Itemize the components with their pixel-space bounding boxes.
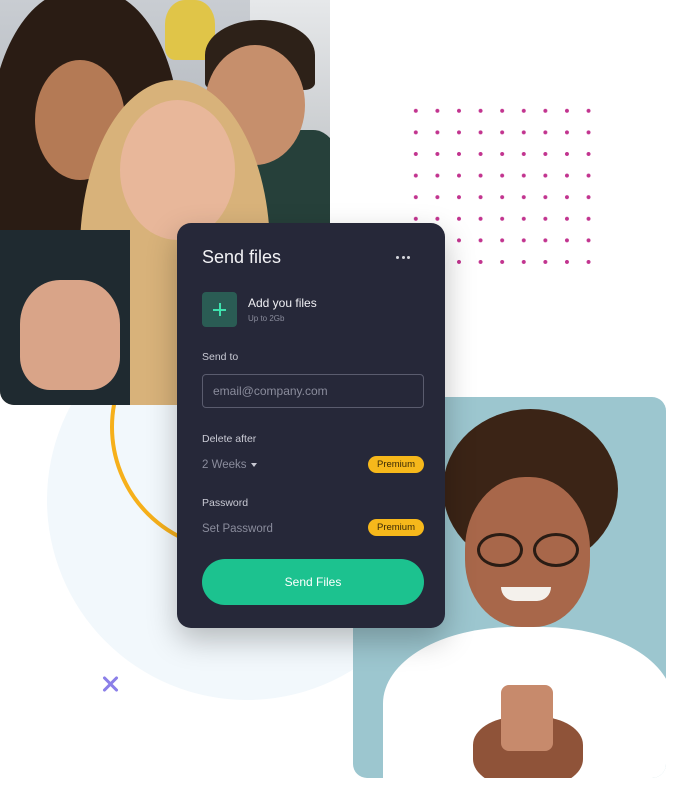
photo-peace-hand [20,280,120,390]
add-files-plus-icon[interactable] [202,292,237,327]
delete-after-select[interactable]: 2 Weeks [202,459,247,471]
send-files-button[interactable]: Send Files [202,559,424,605]
add-files-limit: Up to 2Gb [248,314,285,323]
card-title: Send files [202,247,282,267]
premium-badge: Premium [368,456,424,473]
password-field[interactable]: Set Password [202,523,273,535]
add-files-label[interactable]: Add you files [248,296,317,310]
photo-smile [501,587,551,601]
more-options-icon[interactable] [391,249,415,265]
send-to-label: Send to [202,351,239,363]
send-files-card: Send files Add you files Up to 2Gb Send … [177,223,445,628]
glasses-icon [471,533,587,569]
password-label: Password [202,497,249,509]
photo-face [120,100,235,240]
delete-after-label: Delete after [202,433,257,445]
email-input[interactable] [202,374,424,408]
caret-down-icon[interactable] [251,463,257,467]
decorative-x-icon [99,673,121,695]
premium-badge: Premium [368,519,424,536]
phone-icon [501,685,553,751]
